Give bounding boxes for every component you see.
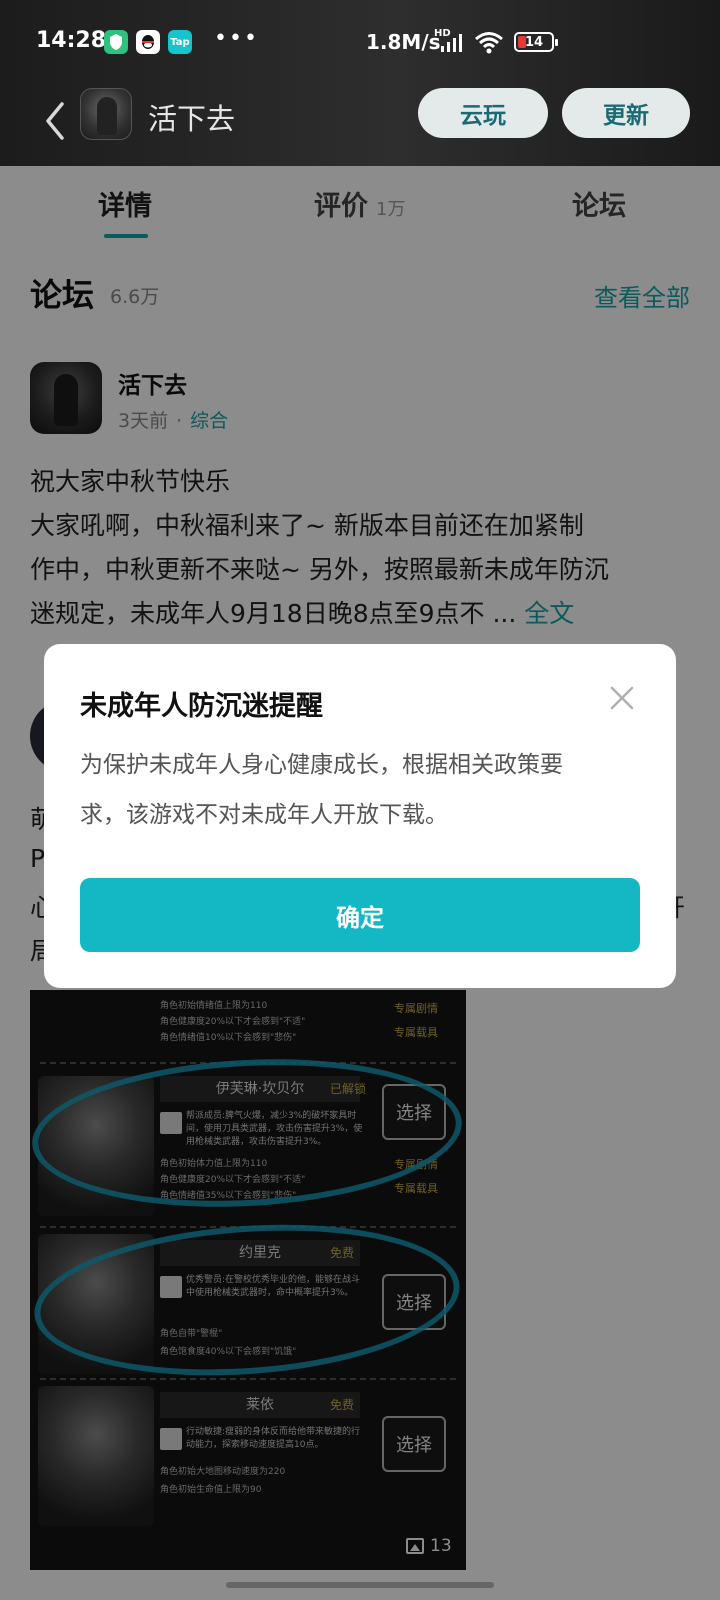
home-indicator[interactable] <box>226 1582 494 1588</box>
signal-icon <box>441 34 462 52</box>
close-icon[interactable] <box>604 680 640 716</box>
dialog-message-line: 求，该游戏不对未成年人开放下载。 <box>80 802 448 828</box>
game-title: 活下去 <box>148 102 236 136</box>
more-notifications-icon: ••• <box>214 26 259 51</box>
shield-app-icon <box>104 30 128 54</box>
update-button[interactable]: 更新 <box>562 88 690 138</box>
game-icon[interactable] <box>80 88 132 140</box>
app-header: 活下去 云玩 更新 <box>0 86 720 166</box>
back-arrow-icon[interactable] <box>40 96 70 146</box>
taptap-app-icon: Tap <box>168 30 192 54</box>
confirm-button[interactable]: 确定 <box>80 878 640 952</box>
battery-icon: 14 <box>514 32 558 52</box>
network-speed: 1.8M/s <box>366 30 441 54</box>
status-bar: 14:28 Tap ••• 1.8M/s HD 14 <box>0 0 720 86</box>
dialog-message-line: 为保护未成年人身心健康成长，根据相关政策要 <box>80 752 563 778</box>
qq-app-icon <box>136 30 160 54</box>
status-time: 14:28 <box>36 28 107 53</box>
dialog-message: 为保护未成年人身心健康成长，根据相关政策要 求，该游戏不对未成年人开放下载。 <box>80 740 640 840</box>
battery-level: 14 <box>524 34 544 50</box>
dialog-title: 未成年人防沉迷提醒 <box>80 691 323 722</box>
wifi-icon <box>475 32 503 54</box>
anti-addiction-dialog: 未成年人防沉迷提醒 为保护未成年人身心健康成长，根据相关政策要 求，该游戏不对未… <box>44 644 676 988</box>
cloud-play-button[interactable]: 云玩 <box>418 88 548 138</box>
